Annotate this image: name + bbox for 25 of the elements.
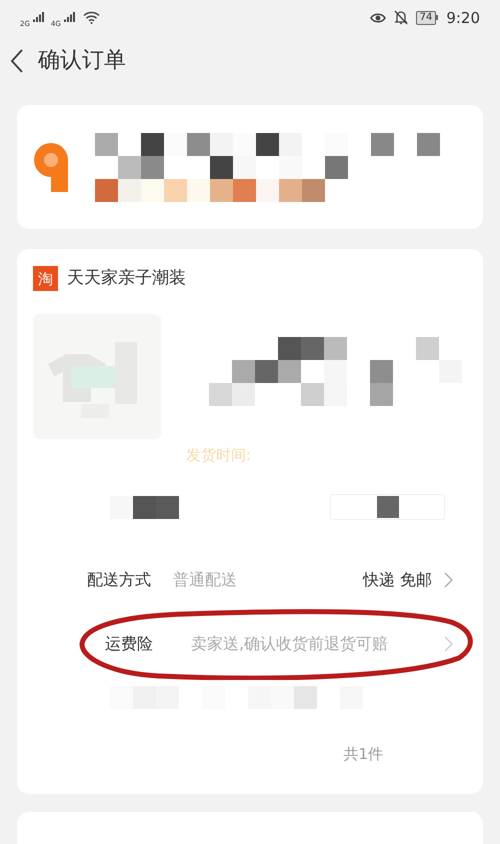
option-label: 运费险 xyxy=(105,633,154,656)
option-value: 普通配送 xyxy=(173,569,238,592)
address-card[interactable] xyxy=(17,104,483,230)
signal-icon xyxy=(32,12,45,24)
location-pin-icon xyxy=(33,142,69,192)
quantity-stepper[interactable] xyxy=(330,494,445,520)
muted-bell-icon xyxy=(394,10,408,26)
clock: 9:20 xyxy=(446,8,480,29)
eye-icon xyxy=(370,12,386,24)
shipping-time: 发货时间: xyxy=(186,444,252,466)
shop-name: 天天家亲子潮装 xyxy=(67,267,186,290)
signal-icon xyxy=(64,12,76,24)
chevron-right-icon xyxy=(444,636,453,652)
chevron-right-icon xyxy=(444,572,453,588)
battery-indicator: 74 xyxy=(416,10,438,25)
option-label: 配送方式 xyxy=(87,569,152,592)
order-option-row[interactable]: 配送方式 普通配送 快递 免邮 xyxy=(17,548,483,612)
wifi-icon xyxy=(82,11,100,24)
order-option-row[interactable]: 运费险 卖家送,确认收货前退货可赔 xyxy=(17,612,483,676)
shop-logo: 淘 xyxy=(33,266,58,292)
option-detail: 快递 免邮 xyxy=(362,569,432,592)
item-count: 共1件 xyxy=(343,744,383,766)
page-title: 确认订单 xyxy=(38,47,126,76)
redaction-mosaic xyxy=(110,496,179,519)
option-value: 卖家送,确认收货前退货可赔 xyxy=(191,633,390,656)
